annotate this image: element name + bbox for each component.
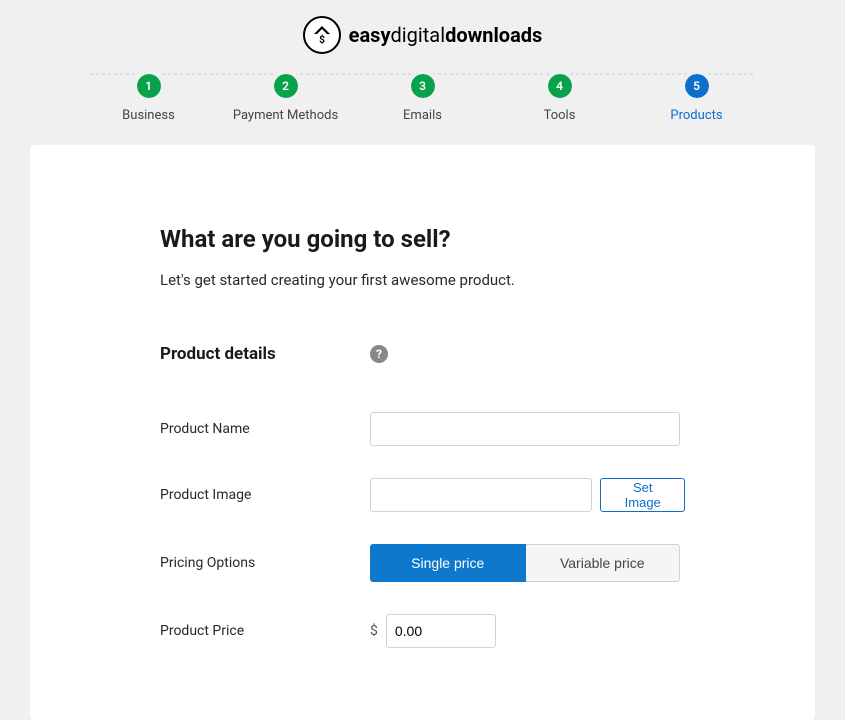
step-circle: 4 xyxy=(548,74,572,98)
row-product-price: Product Price $ xyxy=(160,614,685,648)
row-pricing-options: Pricing Options Single price Variable pr… xyxy=(160,544,685,582)
logo-text: easydigitaldownloads xyxy=(349,23,543,47)
page-title: What are you going to sell? xyxy=(160,225,685,253)
product-name-input[interactable] xyxy=(370,412,680,446)
product-price-input[interactable] xyxy=(386,614,496,648)
help-icon[interactable]: ? xyxy=(370,345,388,363)
step-circle: 3 xyxy=(411,74,435,98)
step-label: Products xyxy=(670,108,722,123)
single-price-button[interactable]: Single price xyxy=(370,544,526,582)
step-business[interactable]: 1 Business xyxy=(80,74,217,123)
step-emails[interactable]: 3 Emails xyxy=(354,74,491,123)
stepper: 1 Business 2 Payment Methods 3 Emails 4 … xyxy=(0,62,845,131)
label-product-price: Product Price xyxy=(160,623,370,639)
step-circle: 2 xyxy=(274,74,298,98)
main-card: What are you going to sell? Let's get st… xyxy=(30,145,815,720)
step-label: Business xyxy=(122,108,175,123)
step-label: Payment Methods xyxy=(233,108,338,123)
logo: $ easydigitaldownloads xyxy=(303,16,543,54)
step-label: Emails xyxy=(403,108,442,123)
step-circle: 5 xyxy=(685,74,709,98)
header: $ easydigitaldownloads xyxy=(0,0,845,62)
logo-icon: $ xyxy=(303,16,341,54)
svg-text:$: $ xyxy=(319,33,325,46)
step-label: Tools xyxy=(544,108,576,123)
step-products[interactable]: 5 Products xyxy=(628,74,765,123)
row-product-image: Product Image Set Image xyxy=(160,478,685,512)
product-image-input[interactable] xyxy=(370,478,592,512)
step-tools[interactable]: 4 Tools xyxy=(491,74,628,123)
row-product-name: Product Name xyxy=(160,412,685,446)
section-header: Product details ? xyxy=(160,344,685,364)
section-title: Product details xyxy=(160,344,370,364)
pricing-toggle-group: Single price Variable price xyxy=(370,544,680,582)
label-pricing-options: Pricing Options xyxy=(160,555,370,571)
variable-price-button[interactable]: Variable price xyxy=(526,544,681,582)
set-image-button[interactable]: Set Image xyxy=(600,478,685,512)
page-subtitle: Let's get started creating your first aw… xyxy=(160,271,685,289)
label-product-image: Product Image xyxy=(160,487,370,503)
step-payment-methods[interactable]: 2 Payment Methods xyxy=(217,74,354,123)
currency-symbol: $ xyxy=(370,623,378,639)
label-product-name: Product Name xyxy=(160,421,370,437)
step-circle: 1 xyxy=(137,74,161,98)
